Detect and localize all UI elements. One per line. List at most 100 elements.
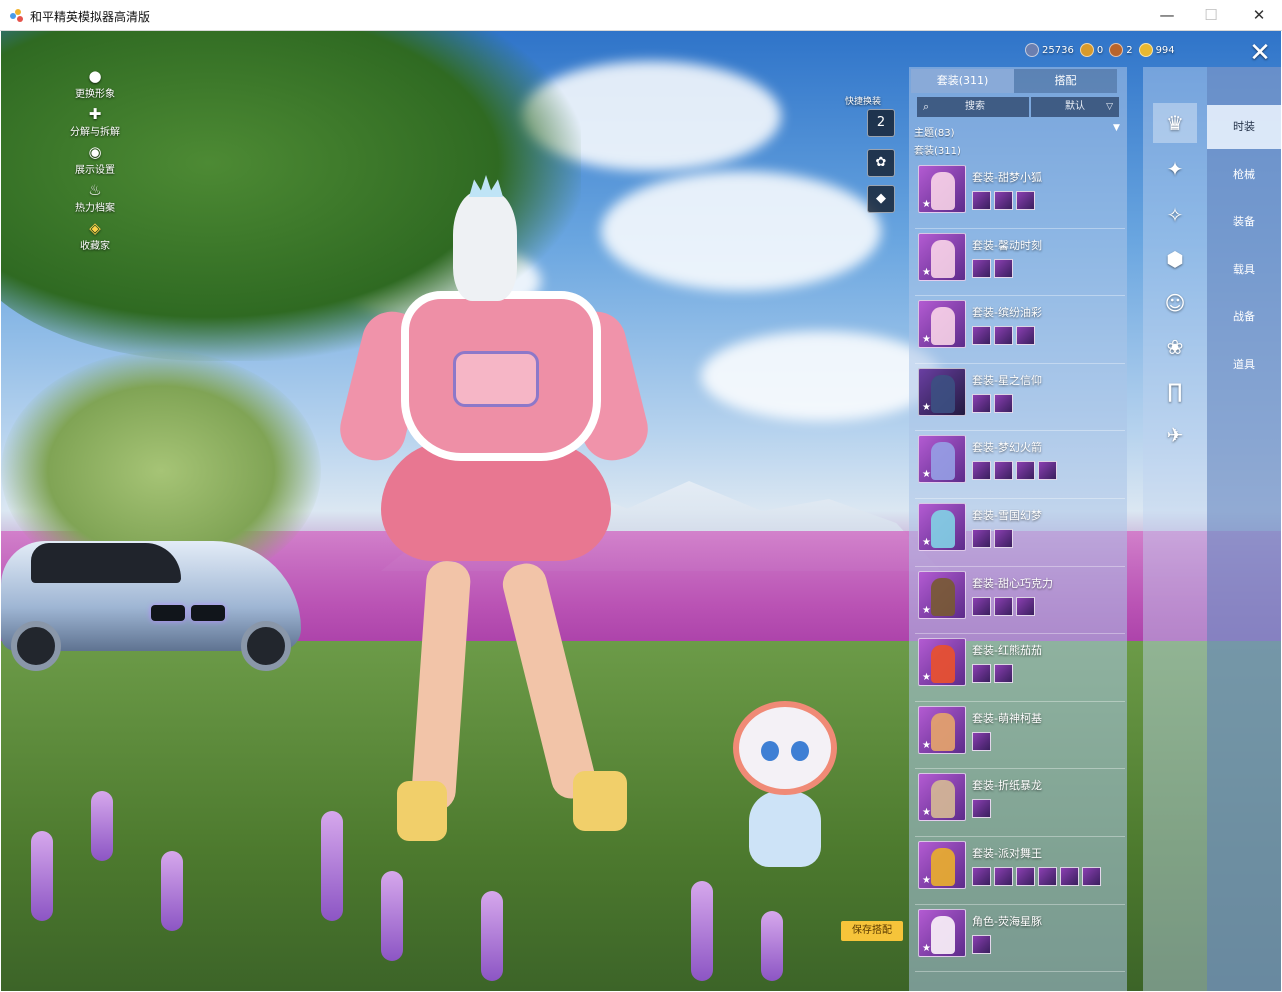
search-placeholder: 搜索 bbox=[965, 101, 985, 112]
star-icon: ★ bbox=[922, 536, 931, 548]
outfit-thumbnail: ★ bbox=[918, 705, 966, 754]
left-menu: ● 更换形象 ✚ 分解与拆解 ◉ 展示设置 ♨ 热力档案 ◈ 收藏家 bbox=[55, 67, 135, 257]
star-icon: ★ bbox=[922, 334, 931, 346]
outfit-thumbnail: ★ bbox=[918, 773, 966, 822]
tab-combos[interactable]: 搭配 bbox=[1014, 69, 1117, 93]
outfit-thumbnail: ★ bbox=[918, 232, 966, 281]
currency-value: 2 bbox=[1126, 44, 1133, 56]
tab-suits[interactable]: 套装(311) bbox=[911, 69, 1014, 93]
window-title: 和平精英模拟器高清版 bbox=[30, 10, 151, 24]
outfit-name: 角色-荧海星豚 bbox=[972, 914, 1042, 928]
star-icon: ★ bbox=[922, 739, 931, 751]
bunny-pet[interactable] bbox=[723, 691, 847, 871]
heat-archive-button[interactable]: ♨ 热力档案 bbox=[55, 181, 135, 219]
outfit-thumbnail: ★ bbox=[918, 300, 966, 349]
outfit-icon[interactable]: ♛ bbox=[1153, 103, 1197, 143]
close-icon[interactable]: ✕ bbox=[1245, 39, 1275, 69]
car-model bbox=[1, 521, 301, 671]
outfit-row[interactable]: ★ 套装-馨动时刻 bbox=[915, 229, 1125, 297]
close-window-button[interactable]: ✕ bbox=[1236, 0, 1282, 31]
eye-icon: ◉ bbox=[88, 143, 102, 161]
star-icon: ★ bbox=[922, 942, 931, 954]
a-token-icon bbox=[1079, 43, 1094, 57]
outfit-name: 套装-甜心巧克力 bbox=[972, 576, 1053, 590]
right-category-tabs: 时装 枪械 装备 载具 战备 道具 bbox=[1207, 67, 1281, 991]
section-theme[interactable]: 主题(83) bbox=[914, 124, 955, 139]
star-icon: ★ bbox=[922, 672, 931, 684]
outfit-row[interactable]: ★ 套装-甜心巧克力 bbox=[915, 567, 1125, 635]
hanger-icon[interactable]: 2 bbox=[867, 109, 895, 137]
sort-select[interactable]: 默认 ▽ bbox=[1031, 97, 1119, 117]
left-menu-label: 收藏家 bbox=[80, 241, 110, 252]
pants-icon[interactable]: ∏ bbox=[1153, 371, 1197, 411]
collector-badge-icon: ◈ bbox=[89, 219, 101, 237]
outfit-row[interactable]: ★ 套装-红熊茄茄 bbox=[915, 634, 1125, 702]
outfit-tabs: 套装(311) 搭配 bbox=[911, 69, 1117, 93]
tab-items[interactable]: 道具 bbox=[1207, 343, 1281, 387]
outfit-row[interactable]: ★ 角色-荧海星豚 bbox=[915, 905, 1125, 973]
outfit-row[interactable]: ★ 套装-雪国幻梦 bbox=[915, 499, 1125, 567]
game-viewport: ● 更换形象 ✚ 分解与拆解 ◉ 展示设置 ♨ 热力档案 ◈ 收藏家 25736… bbox=[1, 31, 1281, 991]
player-character[interactable] bbox=[333, 171, 655, 861]
gear-icon[interactable]: ✧ bbox=[1153, 195, 1197, 235]
tab-equipment[interactable]: 装备 bbox=[1207, 200, 1281, 244]
outfit-row[interactable]: ★ 套装-派对舞王 bbox=[915, 837, 1125, 905]
outfit-thumbnail: ★ bbox=[918, 570, 966, 619]
star-icon: ★ bbox=[922, 874, 931, 886]
save-outfit-button[interactable]: 保存搭配 bbox=[841, 921, 903, 941]
star-icon: ★ bbox=[922, 401, 931, 413]
vehicle-icon[interactable]: ⬢ bbox=[1153, 239, 1197, 279]
quick-swap-count: 2 bbox=[876, 115, 886, 130]
star-icon: ★ bbox=[922, 807, 931, 819]
display-settings-button[interactable]: ◉ 展示设置 bbox=[55, 143, 135, 181]
mask-icon[interactable]: ☺ bbox=[1153, 283, 1197, 323]
collector-button[interactable]: ◈ 收藏家 bbox=[55, 219, 135, 257]
outfit-thumbnail: ★ bbox=[918, 908, 966, 957]
outfit-name: 套装-红熊茄茄 bbox=[972, 644, 1042, 658]
outfit-name: 套装-梦幻火箭 bbox=[972, 441, 1042, 455]
left-menu-label: 热力档案 bbox=[75, 203, 115, 214]
search-input[interactable]: ⌕ 搜索 bbox=[917, 97, 1029, 117]
currency-value: 0 bbox=[1096, 44, 1104, 56]
gun-icon[interactable]: ✦ bbox=[1153, 149, 1197, 189]
quick-swap-label: 快捷换装 bbox=[845, 97, 882, 107]
category-icon-column: ♛ ✦ ✧ ⬢ ☺ ❀ ∏ ✈ bbox=[1143, 67, 1207, 991]
star-icon: ★ bbox=[922, 604, 931, 616]
flame-icon: ♨ bbox=[88, 181, 102, 199]
star-icon: ★ bbox=[922, 199, 931, 210]
change-avatar-button[interactable]: ● 更换形象 bbox=[55, 67, 135, 105]
outfit-row[interactable]: ★ 套装-星之信仰 bbox=[915, 364, 1125, 432]
caret-down-icon[interactable]: ▼ bbox=[1113, 123, 1120, 133]
chevron-down-icon: ▽ bbox=[1106, 102, 1113, 112]
currency-bar: 25736 0 2 994 bbox=[1025, 40, 1181, 60]
currency-value: 994 bbox=[1155, 44, 1175, 56]
star-icon: ★ bbox=[922, 266, 931, 278]
globe-coin-icon bbox=[1025, 43, 1039, 57]
sort-label: 默认 bbox=[1065, 101, 1085, 112]
outfit-row[interactable]: ★ 套装-萌神柯基 bbox=[915, 702, 1125, 770]
outfit-name: 套装-馨动时刻 bbox=[972, 238, 1042, 252]
outfit-row[interactable]: ★ 套装-甜梦小狐 bbox=[915, 161, 1125, 229]
outfit-row[interactable]: ★ 套装-缤纷油彩 bbox=[915, 296, 1125, 364]
minimize-button[interactable]: — bbox=[1144, 0, 1190, 31]
left-menu-label: 展示设置 bbox=[75, 165, 115, 176]
puzzle-icon: ✚ bbox=[88, 105, 102, 123]
outfit-name: 套装-星之信仰 bbox=[972, 373, 1042, 387]
pet-icon[interactable]: ❀ bbox=[1153, 327, 1197, 367]
outfit-row[interactable]: ★ 套装-折纸暴龙 bbox=[915, 769, 1125, 837]
tab-fashion[interactable]: 时装 bbox=[1207, 105, 1281, 149]
emblem-icon[interactable]: ✿ bbox=[867, 149, 895, 177]
left-menu-label: 更换形象 bbox=[75, 89, 115, 100]
outfit-thumbnail: ★ bbox=[918, 638, 966, 687]
outfit-thumbnail: ★ bbox=[918, 840, 966, 889]
diamond-badge-icon[interactable]: ◆ bbox=[867, 185, 895, 213]
glider-icon[interactable]: ✈ bbox=[1153, 415, 1197, 455]
outfit-thumbnail: ★ bbox=[918, 435, 966, 484]
tab-battle-prep[interactable]: 战备 bbox=[1207, 295, 1281, 339]
tab-firearms[interactable]: 枪械 bbox=[1207, 153, 1281, 197]
outfit-row[interactable]: ★ 套装-梦幻火箭 bbox=[915, 431, 1125, 499]
maximize-button[interactable]: ☐ bbox=[1188, 0, 1234, 31]
outfit-name: 套装-萌神柯基 bbox=[972, 711, 1042, 725]
decompose-button[interactable]: ✚ 分解与拆解 bbox=[55, 105, 135, 143]
tab-vehicles[interactable]: 载具 bbox=[1207, 248, 1281, 292]
